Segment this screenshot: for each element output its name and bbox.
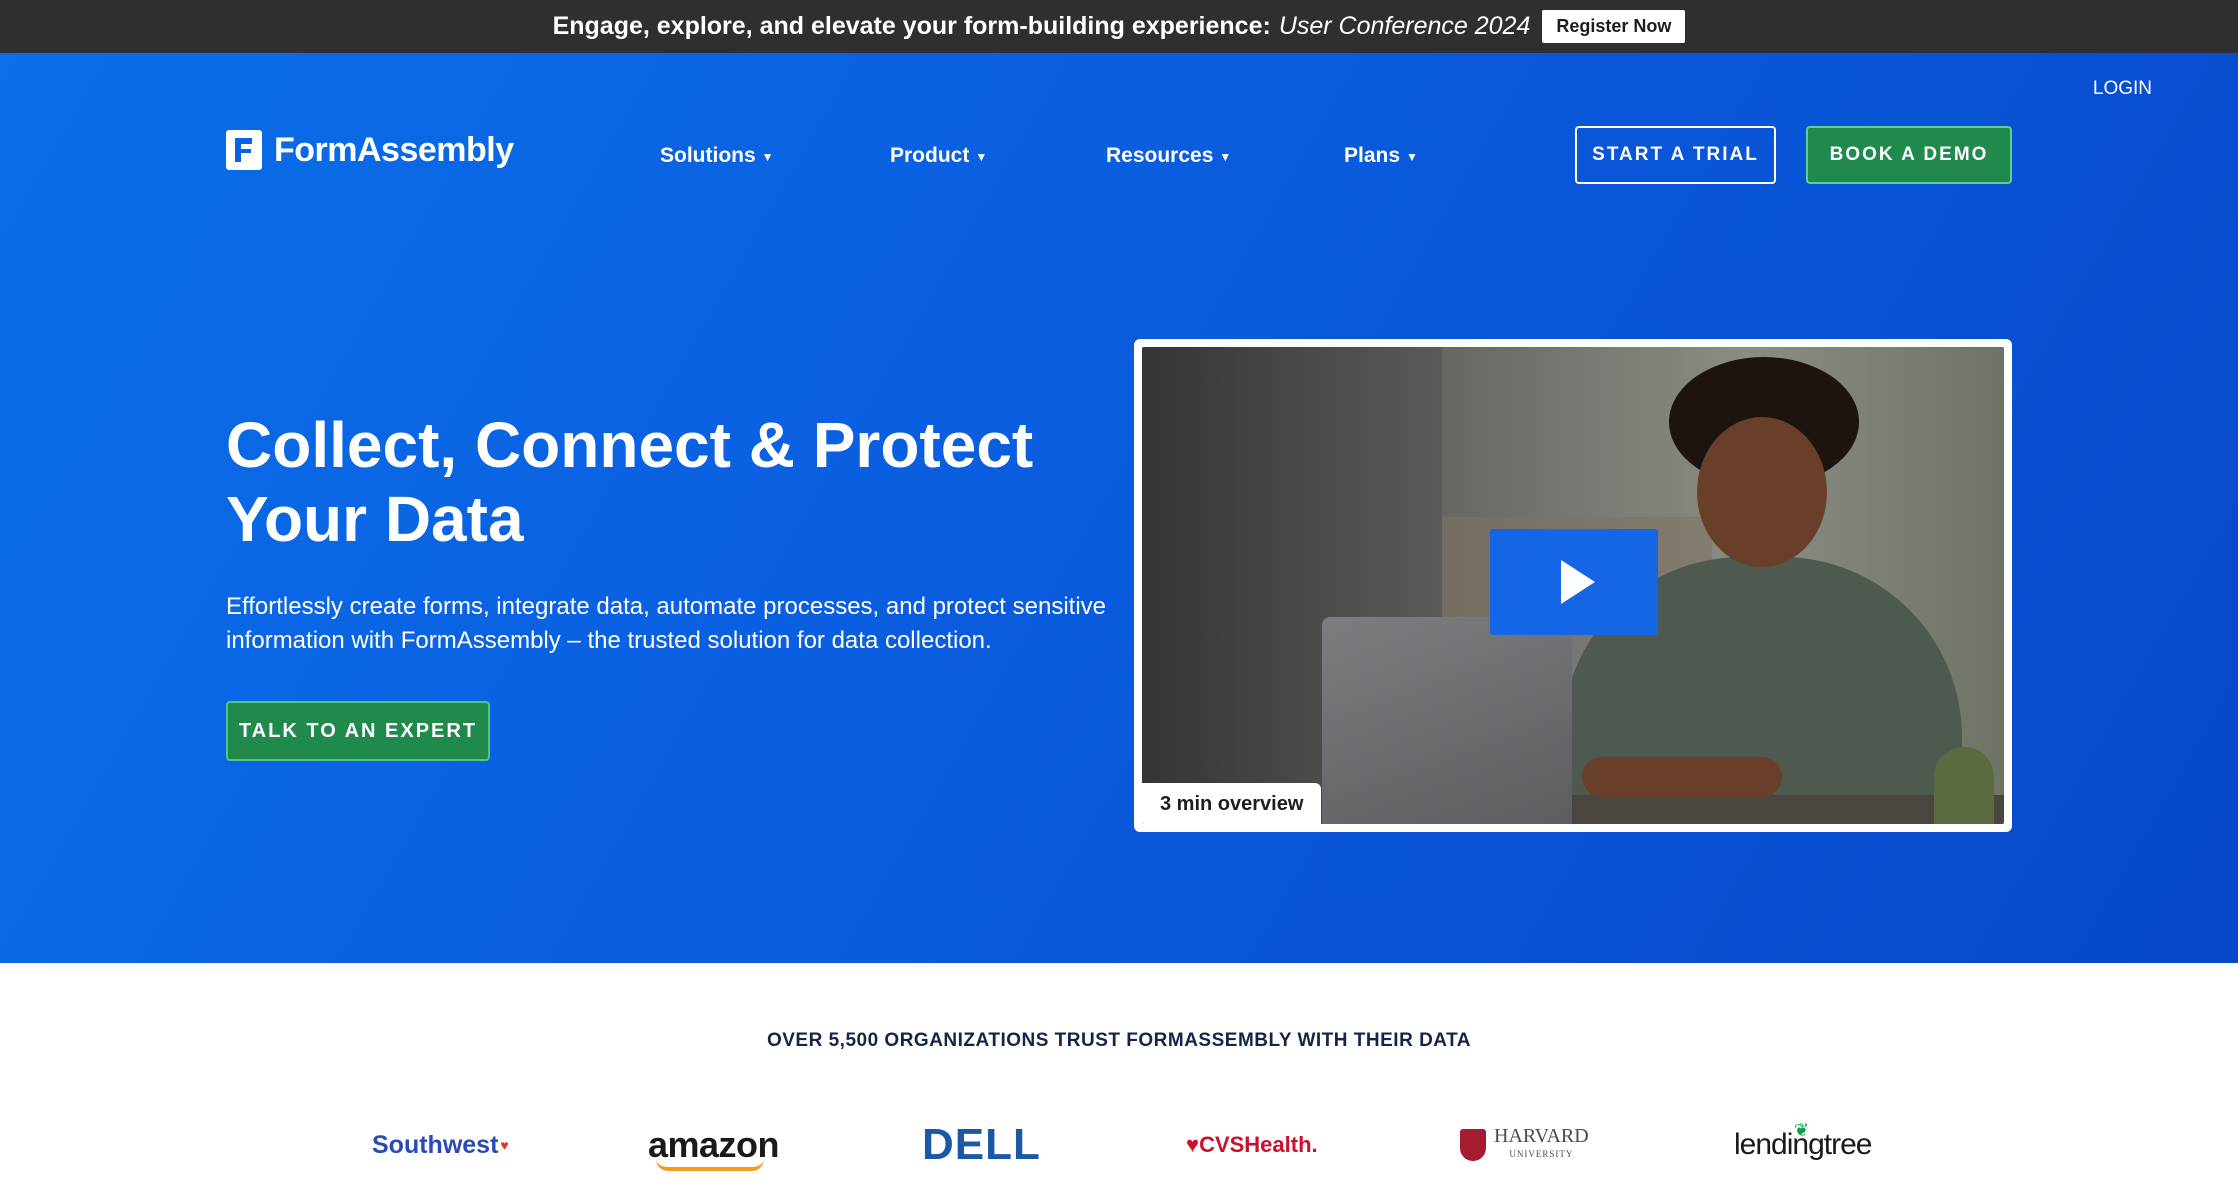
chevron-down-icon: ▼: [975, 150, 988, 164]
nav-label: Plans: [1344, 144, 1401, 167]
video-duration-label: 3 min overview: [1142, 783, 1322, 824]
play-icon: [1561, 560, 1595, 604]
amazon-logo: amazon: [648, 1115, 780, 1175]
heart-icon: ♥: [1186, 1132, 1200, 1157]
southwest-logo: Southwest ♥: [372, 1115, 509, 1175]
login-link[interactable]: LOGIN: [2093, 78, 2152, 100]
announcement-bar: Engage, explore, and elevate your form-b…: [0, 0, 2238, 53]
cvs-health-logo: ♥ CVSHealth.: [1186, 1115, 1318, 1175]
video-thumbnail: 3 min overview: [1142, 347, 2004, 824]
hero-subheadline: Effortlessly create forms, integrate dat…: [226, 593, 1106, 654]
logo-text: FormAssembly: [274, 130, 514, 169]
conference-name: User Conference 2024: [1278, 12, 1531, 40]
harvard-university-text: UNIVERSITY: [1509, 1149, 1574, 1159]
southwest-logo-text: Southwest: [372, 1130, 499, 1159]
nav-solutions[interactable]: Solutions ▼: [660, 144, 774, 168]
customer-logos: Southwest ♥ amazon DELL ♥ CVSHealth. HARVA…: [0, 1115, 2238, 1175]
register-now-button[interactable]: Register Now: [1542, 10, 1686, 43]
overview-video[interactable]: 3 min overview: [1134, 339, 2012, 832]
chevron-down-icon: ▼: [761, 150, 774, 164]
lendingtree-logo: lendingtree ❦: [1734, 1115, 1872, 1175]
hero-section: LOGIN FormAssembly Solutions ▼ Product ▼ R…: [0, 53, 2238, 963]
harvard-logo-text: HARVARD: [1494, 1125, 1589, 1147]
nav-resources[interactable]: Resources ▼: [1106, 144, 1231, 168]
talk-to-expert-button[interactable]: TALK TO AN EXPERT: [226, 701, 490, 761]
formassembly-logo-icon: [226, 130, 262, 170]
dell-logo: DELL: [922, 1115, 1041, 1175]
nav-label: Resources: [1106, 144, 1214, 167]
chevron-down-icon: ▼: [1406, 150, 1418, 164]
play-button[interactable]: [1490, 529, 1658, 635]
start-trial-button[interactable]: START A TRIAL: [1575, 126, 1776, 184]
nav-label: Product: [890, 144, 970, 167]
nav-label: Solutions: [660, 144, 756, 167]
announcement-text: Engage, explore, and elevate your form-b…: [552, 12, 1271, 40]
chevron-down-icon: ▼: [1219, 150, 1232, 164]
heart-icon: ♥: [500, 1137, 509, 1153]
cvs-logo-text: CVSHealth.: [1199, 1132, 1318, 1157]
dell-logo-text: DELL: [922, 1120, 1041, 1169]
formassembly-logo[interactable]: FormAssembly: [226, 130, 514, 170]
book-demo-button[interactable]: BOOK A DEMO: [1806, 126, 2012, 184]
hero-headline: Collect, Connect & Protect Your Data: [226, 409, 1034, 555]
nav-product[interactable]: Product ▼: [890, 144, 987, 168]
trust-heading: OVER 5,500 ORGANIZATIONS TRUST FORMASSEM…: [766, 1030, 1472, 1051]
shield-icon: [1460, 1129, 1486, 1161]
leaf-icon: ❦: [1794, 1119, 1809, 1140]
harvard-logo: HARVARD UNIVERSITY: [1460, 1115, 1589, 1175]
nav-plans[interactable]: Plans ▼: [1344, 144, 1418, 168]
amazon-smile-icon: [656, 1159, 764, 1171]
